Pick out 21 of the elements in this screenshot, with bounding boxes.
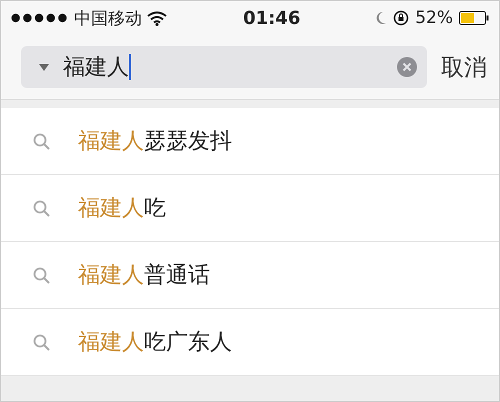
- suggestion-item[interactable]: 福建人吃广东人: [78, 327, 232, 357]
- dropdown-caret-icon: [39, 64, 49, 70]
- search-text: 福建人: [63, 54, 129, 82]
- battery-icon: [458, 11, 489, 25]
- search-icon: [33, 334, 50, 350]
- wifi-icon: [147, 10, 167, 26]
- search-icon: [33, 132, 50, 150]
- lock-rotation-icon: [393, 10, 410, 26]
- moon-icon: [375, 11, 388, 25]
- search-field[interactable]: 福建人: [21, 46, 427, 88]
- signal-icon: [11, 13, 69, 23]
- battery-percentage: 52%: [415, 8, 453, 28]
- cancel-button[interactable]: 取消: [441, 52, 487, 82]
- search-icon: [33, 266, 50, 284]
- clear-icon[interactable]: [397, 57, 417, 77]
- search-icon: [33, 200, 50, 216]
- suggestion-item[interactable]: 福建人普通话: [78, 260, 210, 290]
- suggestion-item[interactable]: 福建人瑟瑟发抖: [78, 126, 232, 156]
- clock: 01:46: [243, 8, 300, 28]
- suggestion-item[interactable]: 福建人吃: [78, 193, 166, 223]
- carrier-name: 中国移动: [74, 8, 142, 30]
